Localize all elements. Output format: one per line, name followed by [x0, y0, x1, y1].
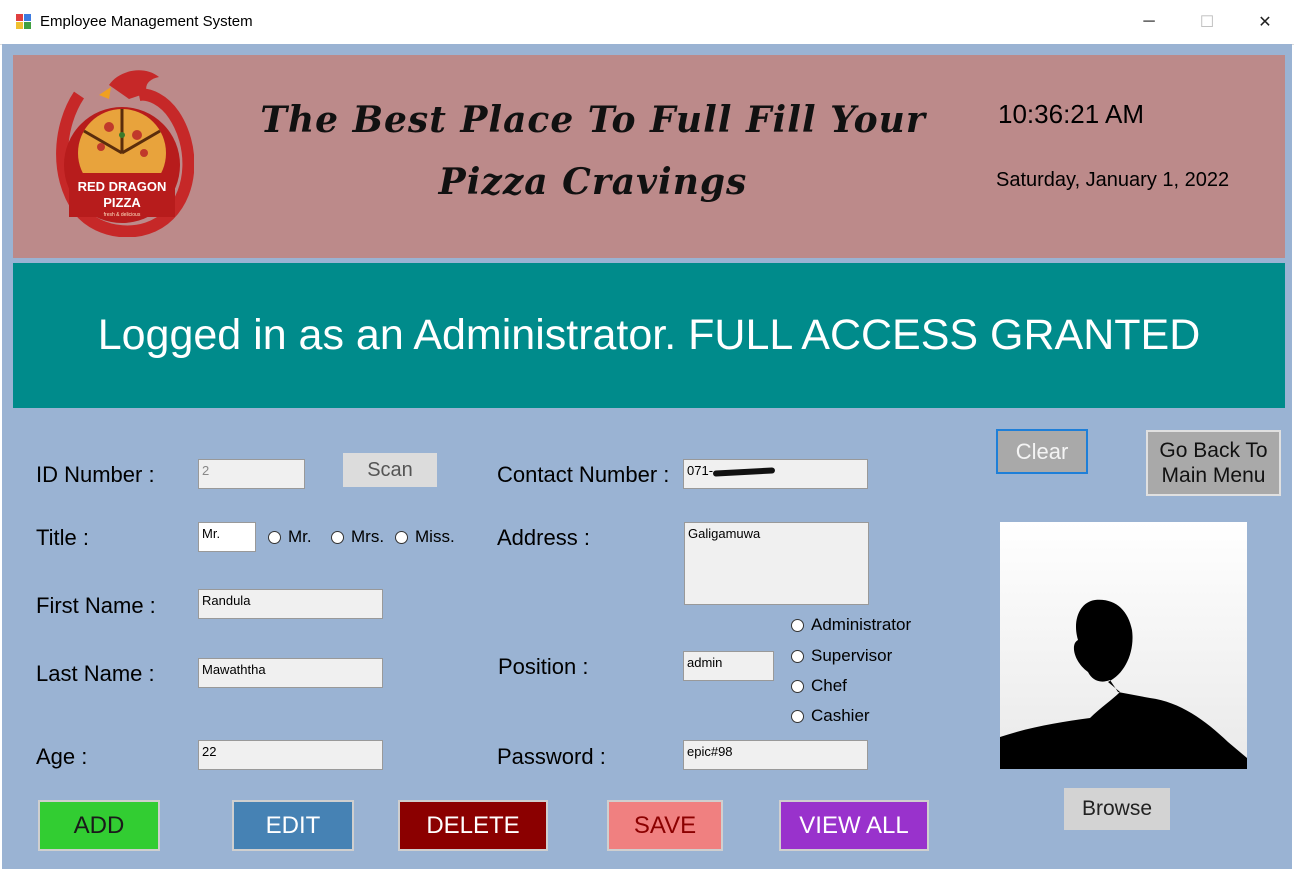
- window-title: Employee Management System: [40, 13, 253, 30]
- employee-silhouette: [1000, 522, 1247, 769]
- access-banner: Logged in as an Administrator. FULL ACCE…: [13, 263, 1285, 408]
- address-field[interactable]: Galigamuwa: [684, 522, 869, 605]
- tagline: The Best Place To Full Fill Your Pizza C…: [213, 89, 973, 213]
- position-radio-supervisor[interactable]: Supervisor: [791, 646, 892, 666]
- contact-number-label: Contact Number :: [497, 462, 670, 487]
- last-name-field[interactable]: Mawaththa: [198, 658, 383, 688]
- radio-circle-icon: [331, 530, 344, 544]
- close-button[interactable]: ✕: [1236, 0, 1294, 44]
- maximize-icon: ☐: [1199, 14, 1215, 31]
- employee-photo: [1000, 522, 1247, 769]
- position-radio-administrator[interactable]: Administrator: [791, 615, 911, 635]
- app-icon: [16, 14, 31, 29]
- minimize-button[interactable]: ─: [1120, 0, 1178, 44]
- title-radio-mr[interactable]: Mr.: [268, 527, 312, 547]
- view-all-button[interactable]: VIEW ALL: [779, 800, 929, 851]
- svg-text:RED DRAGON: RED DRAGON: [78, 179, 167, 194]
- svg-text:fresh & delicious: fresh & delicious: [104, 212, 141, 218]
- radio-circle-icon: [395, 530, 408, 544]
- delete-button[interactable]: DELETE: [398, 800, 548, 851]
- clock-time: 10:36:21 AM: [998, 99, 1144, 129]
- password-field[interactable]: epic#98: [683, 740, 868, 770]
- first-name-label: First Name :: [36, 593, 156, 618]
- edit-button[interactable]: EDIT: [232, 800, 354, 851]
- title-radio-miss[interactable]: Miss.: [395, 527, 455, 547]
- radio-circle-icon: [791, 679, 804, 693]
- password-label: Password :: [497, 744, 606, 769]
- svg-text:PIZZA: PIZZA: [103, 195, 141, 210]
- age-label: Age :: [36, 744, 88, 769]
- tagline-line-1: The Best Place To Full Fill Your: [260, 99, 926, 141]
- access-message: Logged in as an Administrator. FULL ACCE…: [97, 311, 1201, 359]
- clock-date: Saturday, January 1, 2022: [996, 169, 1230, 191]
- address-label: Address :: [497, 525, 590, 550]
- position-label: Position :: [498, 654, 589, 679]
- position-field[interactable]: admin: [683, 651, 774, 681]
- radio-circle-icon: [791, 709, 804, 723]
- add-button[interactable]: ADD: [38, 800, 160, 851]
- contact-number-field[interactable]: 071-: [683, 459, 868, 489]
- position-radio-cashier[interactable]: Cashier: [791, 706, 870, 726]
- last-name-label: Last Name :: [36, 661, 155, 686]
- clear-button[interactable]: Clear: [996, 429, 1088, 474]
- title-bar: Employee Management System ─ ☐ ✕: [0, 0, 1294, 45]
- radio-circle-icon: [791, 649, 804, 663]
- minimize-icon: ─: [1143, 13, 1155, 30]
- close-icon: ✕: [1258, 14, 1272, 31]
- browse-button[interactable]: Browse: [1064, 788, 1170, 830]
- position-radio-chef[interactable]: Chef: [791, 676, 847, 696]
- title-label: Title :: [36, 525, 89, 550]
- tagline-line-2: Pizza Cravings: [438, 161, 748, 203]
- age-field[interactable]: 22: [198, 740, 383, 770]
- title-radio-mrs[interactable]: Mrs.: [331, 527, 384, 547]
- id-number-field[interactable]: 2: [198, 459, 305, 489]
- save-button[interactable]: SAVE: [607, 800, 723, 851]
- redaction-scribble: [712, 466, 776, 477]
- radio-circle-icon: [268, 530, 281, 544]
- red-dragon-pizza-logo: RED DRAGON PIZZA fresh & delicious: [56, 70, 194, 237]
- id-number-label: ID Number :: [36, 462, 155, 487]
- header-banner: RED DRAGON PIZZA fresh & delicious The B…: [13, 55, 1285, 258]
- scan-button[interactable]: Scan: [343, 453, 437, 487]
- title-field[interactable]: Mr.: [198, 522, 256, 552]
- main-form: RED DRAGON PIZZA fresh & delicious The B…: [2, 44, 1292, 869]
- maximize-button[interactable]: ☐: [1178, 0, 1236, 44]
- radio-circle-icon: [791, 618, 804, 632]
- first-name-field[interactable]: Randula: [198, 589, 383, 619]
- go-back-button[interactable]: Go Back To Main Menu: [1146, 430, 1281, 496]
